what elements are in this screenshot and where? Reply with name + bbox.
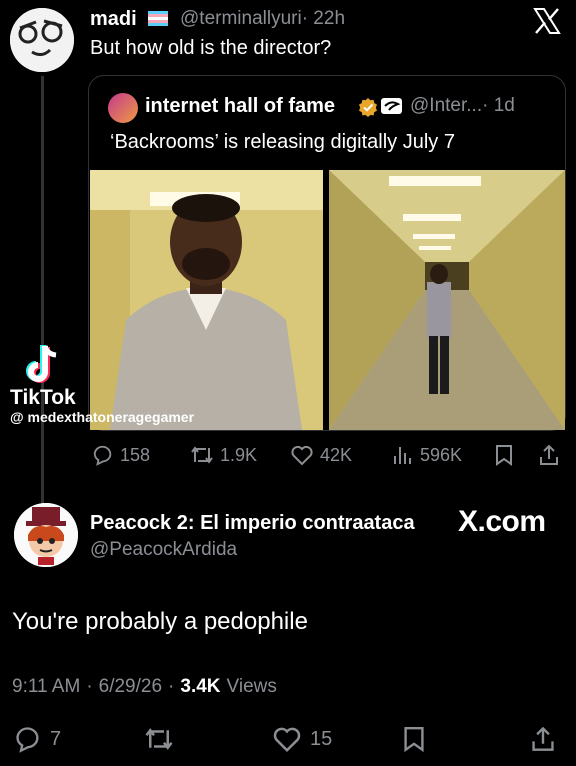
avatar[interactable] [14,503,78,567]
like-button[interactable]: 15 [272,724,332,754]
reply-text: But how old is the director? [90,37,332,59]
reply-display-name[interactable]: madi [90,8,137,31]
x-logo-icon[interactable] [532,6,562,36]
repost-icon [191,446,213,464]
tweet-time[interactable]: 9:11 AM [12,676,80,698]
main-display-name[interactable]: Peacock 2: El imperio contraataca [90,512,415,535]
share-icon [532,726,554,751]
tiktok-handle: @ medexthatoneragegamer [10,409,195,425]
tweet-date[interactable]: 6/29/26 [99,676,162,698]
main-text: You're probably a pedophile [12,608,308,635]
quoted-handle-time[interactable]: @Inter...· 1d [410,95,515,117]
share-button[interactable] [538,442,560,468]
like-count: 42K [320,444,353,465]
repost-button[interactable]: 1.9K [190,442,257,468]
quoted-handle[interactable]: @Inter... [410,95,482,116]
reply-icon [16,727,39,753]
heart-icon [291,445,313,466]
views-label: Views [226,676,277,697]
like-count: 15 [310,727,333,750]
reply-handle-time[interactable]: @terminallyuri· 22h [180,8,345,30]
affiliate-badge-icon [381,98,402,114]
meta-separator: · [86,676,93,697]
bookmark-icon [496,445,512,466]
like-button[interactable]: 42K [290,442,352,468]
reply-handle[interactable]: @terminallyuri [180,8,302,29]
tweet-meta: 9:11 AM · 6/29/26 · 3.4K Views [12,676,277,698]
quoted-image-portrait[interactable] [90,170,323,430]
bookmark-icon [404,727,424,753]
quoted-image-hallway[interactable] [329,170,565,430]
reply-count: 7 [50,727,62,750]
repost-icon [145,728,173,750]
views-icon [394,447,411,464]
views-count-bold: 3.4K [180,676,221,697]
views-count: 596K [420,444,463,465]
quoted-text: ‘Backrooms’ is releasing digitally July … [110,131,455,153]
tiktok-logo-icon [24,342,64,386]
verified-badge-icon [358,97,378,117]
repost-count: 1.9K [220,444,258,465]
reply-icon [93,445,112,466]
quoted-time: · 1d [482,95,515,116]
heart-icon [273,727,301,753]
views-button[interactable]: 596K [392,442,462,468]
share-icon [540,444,558,465]
repost-button[interactable] [144,724,174,754]
quoted-avatar[interactable] [108,93,138,123]
avatar[interactable] [10,8,74,72]
reply-count: 158 [120,444,151,465]
reply-button[interactable]: 7 [14,724,61,754]
main-handle[interactable]: @PeacockArdida [90,539,237,561]
reply-time: · 22h [301,8,346,29]
thread-line [41,76,44,506]
x-com-watermark: X.com [458,505,546,538]
tiktok-label: TikTok [10,386,76,409]
meta-separator: · [168,676,175,697]
bookmark-button[interactable] [402,724,426,754]
quoted-display-name[interactable]: internet hall of fame [145,95,335,118]
reply-button[interactable]: 158 [92,442,150,468]
share-button[interactable] [530,724,556,754]
trans-flag-icon [148,11,168,26]
bookmark-button[interactable] [494,442,514,468]
